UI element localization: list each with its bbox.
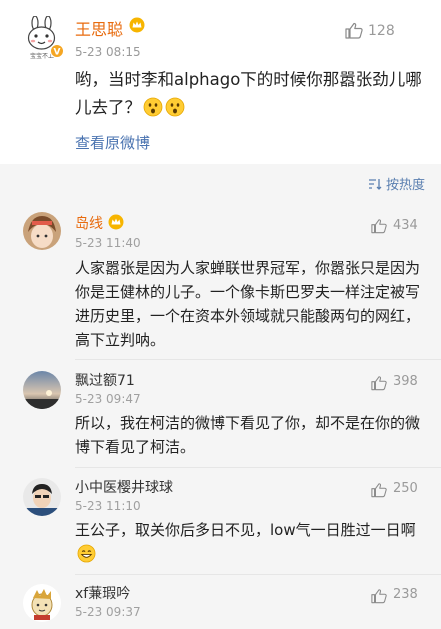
comments-section: 按热度 岛线 5-23 11:40 434 人家嚣张是因为人家蝉联世界冠军，你嚣… — [0, 164, 441, 629]
thumbs-up-icon[interactable] — [371, 375, 387, 391]
sort-label: 按热度 — [385, 178, 425, 193]
avatar[interactable] — [23, 212, 61, 250]
thumbs-up-icon[interactable] — [345, 22, 363, 39]
post-time: 5-23 08:15 — [75, 45, 141, 59]
comment-time: 5-23 09:47 — [75, 392, 141, 406]
comment-time: 5-23 11:10 — [75, 499, 141, 513]
vip-crown-icon — [129, 17, 145, 33]
surprised-emoji-icon — [165, 97, 185, 117]
comment-like-count: 250 — [393, 481, 418, 496]
surprised-emoji-icon — [143, 97, 163, 117]
post-like-count: 128 — [368, 23, 395, 39]
comment-text: 王公子，取关你后多日不见，low气一日胜过一日啊 — [75, 518, 420, 566]
comment-username[interactable]: 小中医樱井球球 — [75, 477, 173, 497]
original-post: 宝宝不上 V 王思聪 5-23 08:15 128 哟，当时李和alphago下… — [0, 0, 441, 164]
divider — [75, 574, 441, 575]
svg-text:V: V — [54, 48, 61, 58]
view-original-link[interactable]: 查看原微博 — [75, 132, 150, 153]
comment-like-count: 398 — [393, 374, 418, 389]
comment-time: 5-23 09:37 — [75, 605, 141, 619]
verified-badge-icon: V — [50, 44, 64, 58]
comment-username[interactable]: 岛线 — [75, 213, 103, 233]
comment-like-count: 238 — [393, 587, 418, 602]
post-text: 哟，当时李和alphago下的时候你那嚣张劲儿哪儿去了？ — [75, 70, 422, 117]
avatar[interactable] — [23, 371, 61, 409]
comment-text: 人家嚣张是因为人家蝉联世界冠军，你嚣张只是因为你是王健林的儿子。一个像卡斯巴罗夫… — [75, 259, 421, 349]
comment-like-count: 434 — [393, 218, 418, 233]
post-username[interactable]: 王思聪 — [75, 16, 123, 40]
sort-by-hot-button[interactable]: 按热度 — [368, 174, 425, 193]
comment-text: 所以，我在柯洁的微博下看见了你，却不是在你的微博下看见了柯洁。 — [75, 414, 421, 456]
divider — [75, 359, 441, 360]
thumbs-up-icon[interactable] — [371, 588, 387, 604]
avatar[interactable] — [23, 478, 61, 516]
grin-emoji-icon — [77, 544, 96, 563]
divider — [75, 467, 441, 468]
avatar[interactable] — [23, 584, 61, 622]
vip-crown-icon — [108, 214, 124, 230]
sort-icon — [368, 178, 382, 190]
comment-time: 5-23 11:40 — [75, 236, 141, 250]
thumbs-up-icon[interactable] — [371, 218, 387, 234]
comment-username[interactable]: xf蒹瑕吟 — [75, 583, 130, 603]
thumbs-up-icon[interactable] — [371, 482, 387, 498]
comment-username[interactable]: 飘过额71 — [75, 370, 135, 390]
